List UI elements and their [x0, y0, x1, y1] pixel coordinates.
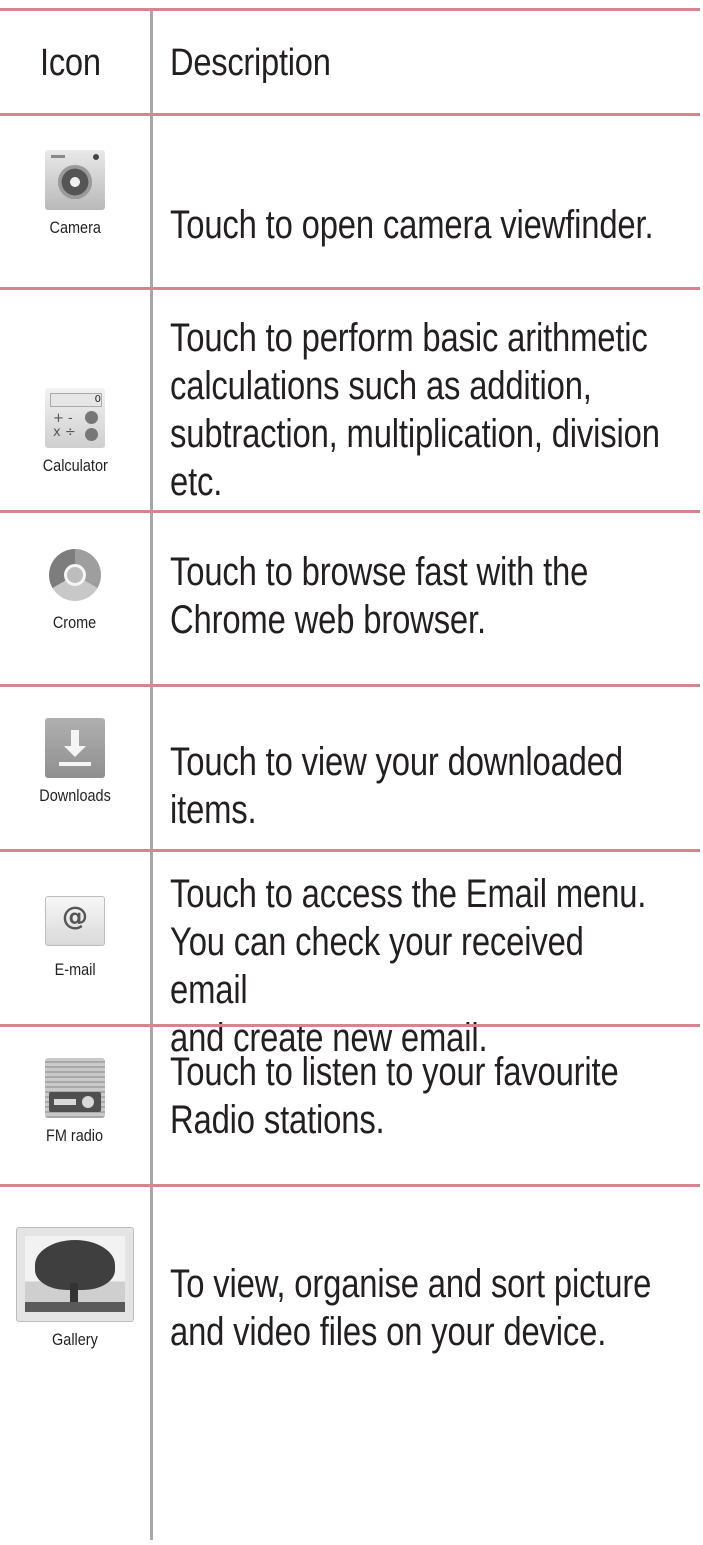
camera-icon[interactable] [45, 150, 105, 210]
camera-cell: Camera [0, 150, 150, 238]
email-icon[interactable]: @ [45, 896, 105, 946]
downloads-caption: Downloads [39, 786, 111, 805]
row-divider [0, 8, 700, 11]
calculator-cell: 0 + -x ÷ Calculator [0, 388, 150, 476]
gallery-description: To view, organise and sort picture and v… [170, 1262, 652, 1354]
row-divider [0, 287, 700, 290]
column-divider [150, 8, 153, 1540]
downloads-description: Touch to view your downloaded items. [170, 740, 623, 832]
chrome-icon[interactable] [45, 545, 105, 605]
camera-caption: Camera [49, 218, 101, 237]
gallery-icon[interactable] [16, 1227, 134, 1322]
downloads-cell: Downloads [0, 718, 150, 806]
radio-icon[interactable] [45, 1058, 105, 1118]
radio-description: Touch to listen to your favourite Radio … [170, 1050, 619, 1142]
radio-caption: FM radio [46, 1126, 104, 1145]
email-description: Touch to access the Email menu. You can … [170, 872, 647, 1060]
row-divider [0, 684, 700, 687]
row-divider [0, 113, 700, 116]
row-divider [0, 510, 700, 513]
row-divider [0, 849, 700, 852]
gallery-caption: Gallery [52, 1330, 98, 1349]
header-description: Description [170, 42, 331, 84]
camera-description: Touch to open camera viewfinder. [170, 203, 654, 247]
chrome-description: Touch to browse fast with the Chrome web… [170, 550, 589, 642]
apps-table: Icon Description Camera Touch to open ca… [0, 0, 703, 1545]
row-divider [0, 1184, 700, 1187]
radio-cell: FM radio [0, 1058, 150, 1146]
calculator-description: Touch to perform basic arithmetic calcul… [170, 316, 660, 504]
chrome-caption: Crome [53, 613, 97, 632]
row-divider [0, 1024, 700, 1027]
gallery-cell: Gallery [0, 1227, 150, 1350]
calculator-icon[interactable]: 0 + -x ÷ [45, 388, 105, 448]
header-icon: Icon [40, 42, 101, 84]
email-cell: @ E-mail [0, 896, 150, 980]
calculator-caption: Calculator [42, 456, 108, 475]
chrome-cell: Crome [0, 545, 150, 633]
email-caption: E-mail [54, 960, 96, 979]
download-icon[interactable] [45, 718, 105, 778]
